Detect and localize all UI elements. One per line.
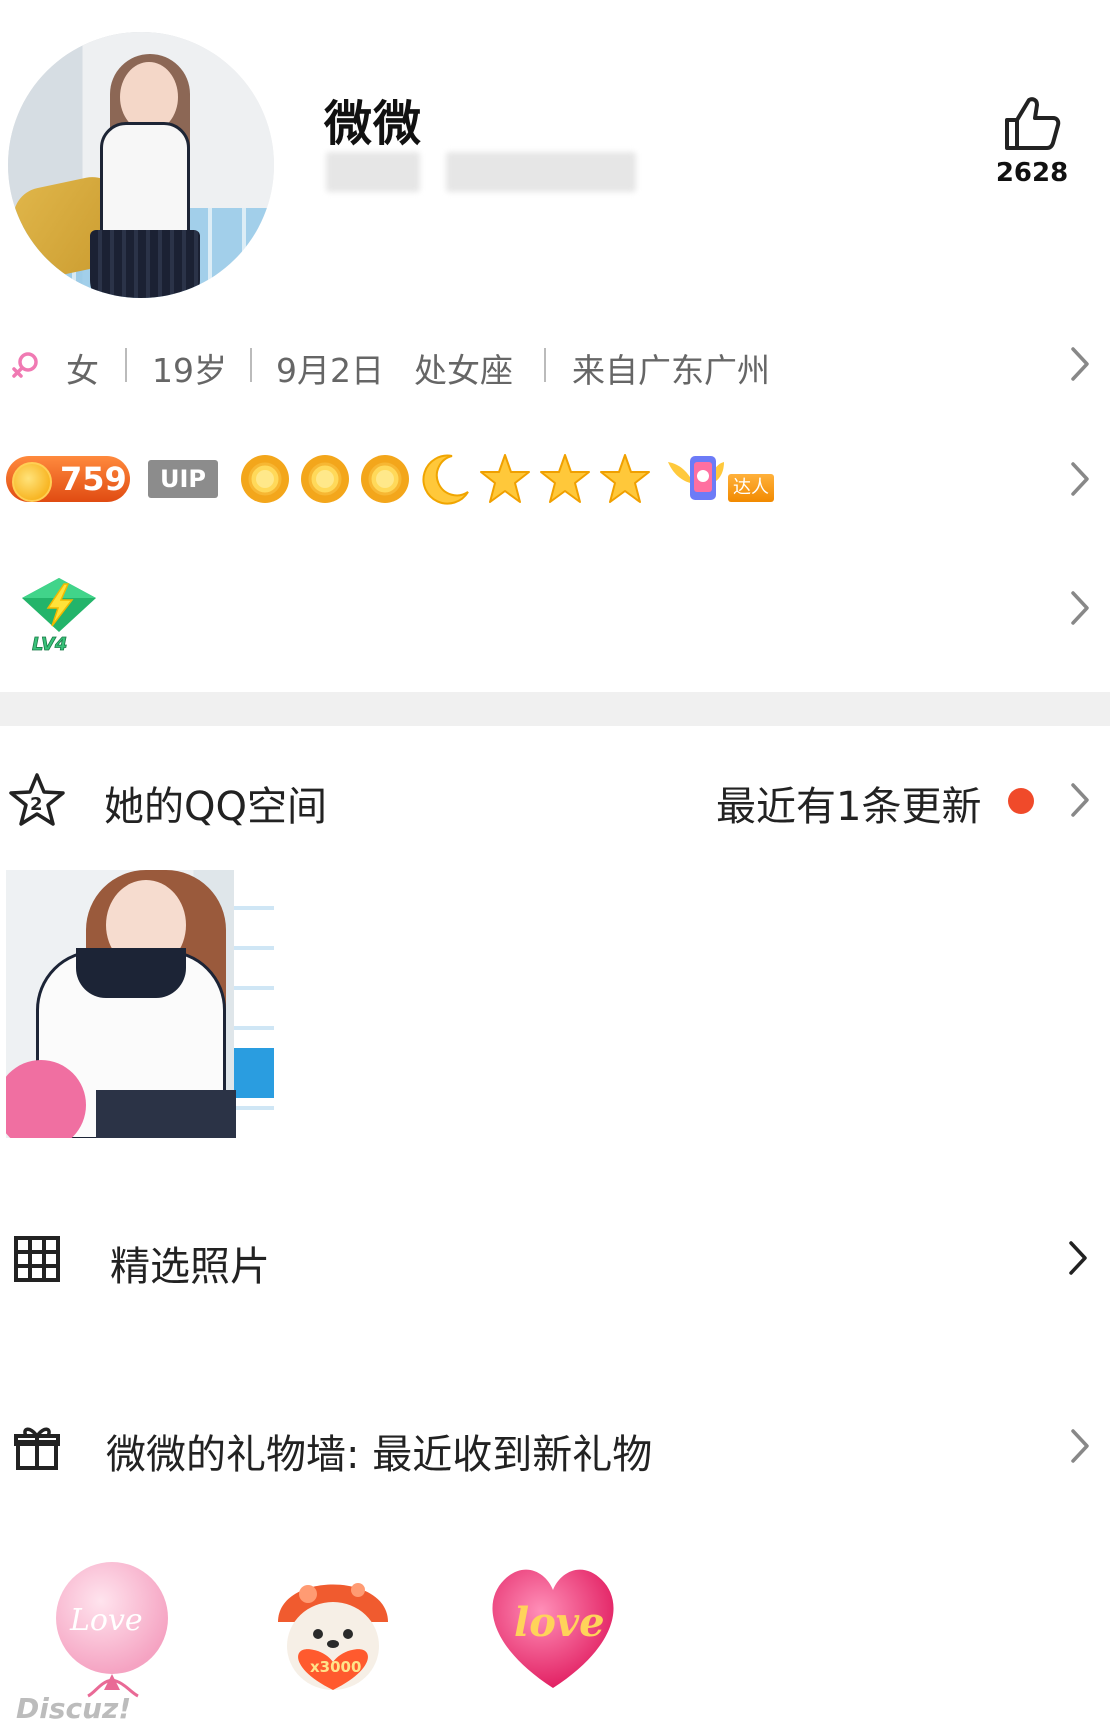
avatar[interactable] <box>8 32 274 298</box>
star-icon <box>480 454 530 503</box>
lightning-gem-icon[interactable]: LV4 <box>18 576 100 654</box>
vip-badge: UIP <box>148 460 218 498</box>
svg-text:2: 2 <box>30 794 43 815</box>
watermark: Discuz! <box>16 1692 132 1725</box>
female-symbol-icon <box>12 352 38 378</box>
talent-label: 达人 <box>728 474 774 502</box>
chevron-right-icon[interactable] <box>1070 590 1090 626</box>
chevron-right-icon <box>1070 782 1090 818</box>
sun-icon <box>241 455 289 503</box>
location-text: 来自广东广州 <box>572 351 770 390</box>
profile-info-row[interactable]: 女 19岁 9月2日 处女座 来自广东广州 <box>0 336 1110 392</box>
coin-value: 759 <box>60 460 127 498</box>
section-divider <box>0 692 1110 726</box>
love-balloon-icon[interactable]: Love <box>40 1550 190 1700</box>
mushroom-bear-heart-icon[interactable]: x3000 <box>258 1550 408 1700</box>
chevron-right-icon[interactable] <box>1070 1428 1090 1464</box>
unread-dot <box>1008 788 1034 814</box>
zodiac-text: 处女座 <box>414 351 513 390</box>
gift-wall-label[interactable]: 微微的礼物墙: 最近收到新礼物 <box>106 1422 652 1480</box>
gift-text: love <box>514 1599 605 1646</box>
chevron-right-icon[interactable] <box>1068 1240 1088 1276</box>
gift-text: x3000 <box>310 1658 361 1676</box>
qzone-update-text: 最近有1条更新 <box>716 784 982 830</box>
profile-name: 微微 <box>324 96 423 152</box>
sun-icon <box>361 455 409 503</box>
gift-icon <box>14 1427 60 1470</box>
like-count: 2628 <box>995 158 1069 188</box>
love-heart-icon[interactable]: love <box>478 1550 628 1700</box>
qzone-star-icon: 2 <box>9 773 65 826</box>
coin-badge: 759 <box>6 456 130 502</box>
grid-icon <box>14 1236 60 1282</box>
divider <box>544 348 546 382</box>
gender-text: 女 <box>66 351 99 390</box>
coin-icon <box>12 462 52 502</box>
blurred-account-id <box>326 152 420 192</box>
qzone-photo-thumbnail[interactable] <box>6 870 274 1138</box>
featured-photos-label[interactable]: 精选照片 <box>110 1234 270 1292</box>
level-label: LV4 <box>32 634 67 654</box>
star-icon <box>600 454 650 503</box>
chevron-right-icon <box>1070 461 1090 497</box>
divider <box>250 348 252 382</box>
thumbs-up-icon[interactable] <box>1003 96 1061 150</box>
age-text: 19岁 <box>152 351 227 390</box>
chevron-right-icon <box>1070 346 1090 382</box>
blurred-signature <box>446 152 636 192</box>
gift-text: Love <box>69 1603 143 1638</box>
birthday-text: 9月2日 <box>276 351 384 390</box>
divider <box>125 348 127 382</box>
star-icon <box>540 454 590 503</box>
moon-icon <box>422 454 469 505</box>
qzone-row[interactable]: 2 她的QQ空间 最近有1条更新 <box>0 770 1110 830</box>
sun-icon <box>301 455 349 503</box>
badge-row[interactable]: 759 UIP 达人 <box>0 450 1110 510</box>
qzone-label: 她的QQ空间 <box>104 784 327 830</box>
